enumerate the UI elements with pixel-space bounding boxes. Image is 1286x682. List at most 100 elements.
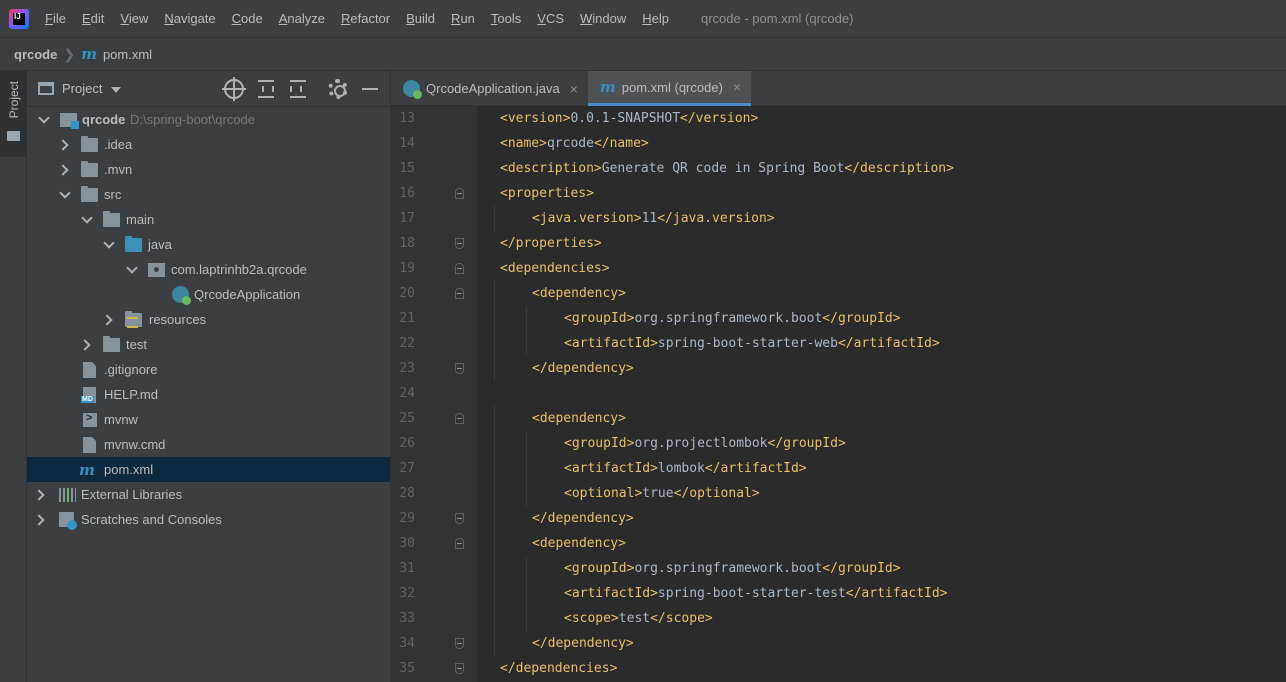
- project-view-selector[interactable]: Project: [62, 81, 102, 96]
- fold-close-icon[interactable]: [455, 513, 464, 524]
- fold-close-icon[interactable]: [455, 238, 464, 249]
- xml-tag: <name>: [500, 136, 547, 151]
- tree-row-help[interactable]: HELP.md: [27, 382, 390, 407]
- code-line[interactable]: 17 <java.version>11</java.version>: [391, 206, 1286, 231]
- chevron-right-icon[interactable]: [57, 138, 69, 151]
- code-line[interactable]: 30 <dependency>: [391, 531, 1286, 556]
- menu-file[interactable]: File: [44, 9, 67, 28]
- tree-row-scratches[interactable]: Scratches and Consoles: [27, 507, 390, 532]
- tree-row-java[interactable]: java: [27, 232, 390, 257]
- line-number: 15: [399, 161, 415, 176]
- tree-row-pom[interactable]: m pom.xml: [27, 457, 390, 482]
- line-number: 33: [399, 611, 415, 626]
- menu-vcs[interactable]: VCS: [536, 9, 565, 28]
- tree-row-test[interactable]: test: [27, 332, 390, 357]
- close-icon[interactable]: ×: [733, 79, 741, 95]
- project-tool-tab[interactable]: Project: [0, 71, 27, 157]
- tree-row-src[interactable]: src: [27, 182, 390, 207]
- fold-open-icon[interactable]: [455, 288, 464, 299]
- hide-panel-icon[interactable]: [360, 79, 380, 99]
- line-number: 27: [399, 461, 415, 476]
- menu-refactor[interactable]: Refactor: [340, 9, 391, 28]
- menu-run[interactable]: Run: [450, 9, 476, 28]
- chevron-down-icon[interactable]: [111, 86, 122, 93]
- fold-open-icon[interactable]: [455, 263, 464, 274]
- code-line[interactable]: 31 <groupId>org.springframework.boot</gro…: [391, 556, 1286, 581]
- indent-guide: [526, 306, 527, 331]
- code-line[interactable]: 29 </dependency>: [391, 506, 1286, 531]
- menu-tools[interactable]: Tools: [490, 9, 522, 28]
- code-line[interactable]: 18 </properties>: [391, 231, 1286, 256]
- close-icon[interactable]: ×: [570, 81, 578, 97]
- chevron-down-icon[interactable]: [38, 111, 50, 124]
- tree-row-mvnw[interactable]: mvnw: [27, 407, 390, 432]
- code-line[interactable]: 13 <version>0.0.1-SNAPSHOT</version>: [391, 106, 1286, 131]
- indent-guide: [494, 606, 495, 631]
- tab-qrcode-application[interactable]: QrcodeApplication.java ×: [391, 71, 588, 106]
- indent-guide: [494, 306, 495, 331]
- tree-row-main[interactable]: main: [27, 207, 390, 232]
- fold-open-icon[interactable]: [455, 188, 464, 199]
- tree-row-mvnw-cmd[interactable]: mvnw.cmd: [27, 432, 390, 457]
- menu-view[interactable]: View: [119, 9, 149, 28]
- code-line[interactable]: 22 <artifactId>spring-boot-starter-web</a…: [391, 331, 1286, 356]
- chevron-down-icon[interactable]: [59, 186, 71, 199]
- xml-value: lombok: [657, 461, 705, 476]
- menu-navigate[interactable]: Navigate: [163, 9, 216, 28]
- tree-row-mvn[interactable]: .mvn: [27, 157, 390, 182]
- code-line[interactable]: 32 <artifactId>spring-boot-starter-test</…: [391, 581, 1286, 606]
- collapse-all-icon[interactable]: [288, 79, 308, 99]
- fold-close-icon[interactable]: [455, 363, 464, 374]
- chevron-right-icon[interactable]: [57, 163, 69, 176]
- code-line[interactable]: 21 <groupId>org.springframework.boot</gro…: [391, 306, 1286, 331]
- code-line[interactable]: 34 </dependency>: [391, 631, 1286, 656]
- tree-row-qrcode-application[interactable]: QrcodeApplication: [27, 282, 390, 307]
- code-line[interactable]: 23 </dependency>: [391, 356, 1286, 381]
- chevron-right-icon[interactable]: [33, 513, 45, 526]
- menu-build[interactable]: Build: [405, 9, 436, 28]
- menu-help[interactable]: Help: [641, 9, 670, 28]
- tree-row-external-libraries[interactable]: External Libraries: [27, 482, 390, 507]
- code-line[interactable]: 27 <artifactId>lombok</artifactId>: [391, 456, 1286, 481]
- chevron-right-icon[interactable]: [79, 338, 91, 351]
- chevron-down-icon[interactable]: [126, 261, 138, 274]
- code-line[interactable]: 24: [391, 381, 1286, 406]
- chevron-right-icon[interactable]: [101, 313, 113, 326]
- tree-row-package[interactable]: com.laptrinhb2a.qrcode: [27, 257, 390, 282]
- chevron-down-icon[interactable]: [81, 211, 93, 224]
- fold-open-icon[interactable]: [455, 538, 464, 549]
- intellij-logo-icon[interactable]: IJ: [9, 8, 29, 29]
- menu-edit[interactable]: Edit: [81, 9, 105, 28]
- code-line[interactable]: 19 <dependencies>: [391, 256, 1286, 281]
- menu-code[interactable]: Code: [231, 9, 264, 28]
- tree-row-idea[interactable]: .idea: [27, 132, 390, 157]
- code-line[interactable]: 20 <dependency>: [391, 281, 1286, 306]
- tree-label-resources: resources: [149, 312, 207, 327]
- gear-icon[interactable]: [328, 79, 348, 99]
- chevron-down-icon[interactable]: [103, 236, 115, 249]
- fold-open-icon[interactable]: [455, 413, 464, 424]
- tab-pom[interactable]: m pom.xml (qrcode) ×: [587, 71, 752, 106]
- code-line[interactable]: 25 <dependency>: [391, 406, 1286, 431]
- menu-analyze[interactable]: Analyze: [278, 9, 326, 28]
- breadcrumb-file[interactable]: pom.xml: [103, 47, 152, 62]
- expand-all-icon[interactable]: [256, 79, 276, 99]
- tree-row-resources[interactable]: resources: [27, 307, 390, 332]
- menu-window[interactable]: Window: [579, 9, 627, 28]
- code-line[interactable]: 26 <groupId>org.projectlombok</groupId>: [391, 431, 1286, 456]
- code-line[interactable]: 33 <scope>test</scope>: [391, 606, 1286, 631]
- tree-row-qrcode[interactable]: qrcode D:\spring-boot\qrcode: [27, 107, 390, 132]
- code-line[interactable]: 14 <name>qrcode</name>: [391, 131, 1286, 156]
- code-line[interactable]: 35 </dependencies>: [391, 656, 1286, 681]
- fold-close-icon[interactable]: [455, 638, 464, 649]
- code-line[interactable]: 28 <optional>true</optional>: [391, 481, 1286, 506]
- chevron-right-icon[interactable]: [33, 488, 45, 501]
- breadcrumb-project[interactable]: qrcode: [14, 47, 57, 62]
- code-line[interactable]: 15 <description>Generate QR code in Sprin…: [391, 156, 1286, 181]
- locate-file-icon[interactable]: [222, 77, 246, 101]
- code-line[interactable]: 16 <properties>: [391, 181, 1286, 206]
- tree-label-mvnw-cmd: mvnw.cmd: [104, 437, 166, 452]
- fold-close-icon[interactable]: [455, 663, 464, 674]
- tree-path-qrcode: D:\spring-boot\qrcode: [130, 112, 256, 127]
- tree-row-gitignore[interactable]: .gitignore: [27, 357, 390, 382]
